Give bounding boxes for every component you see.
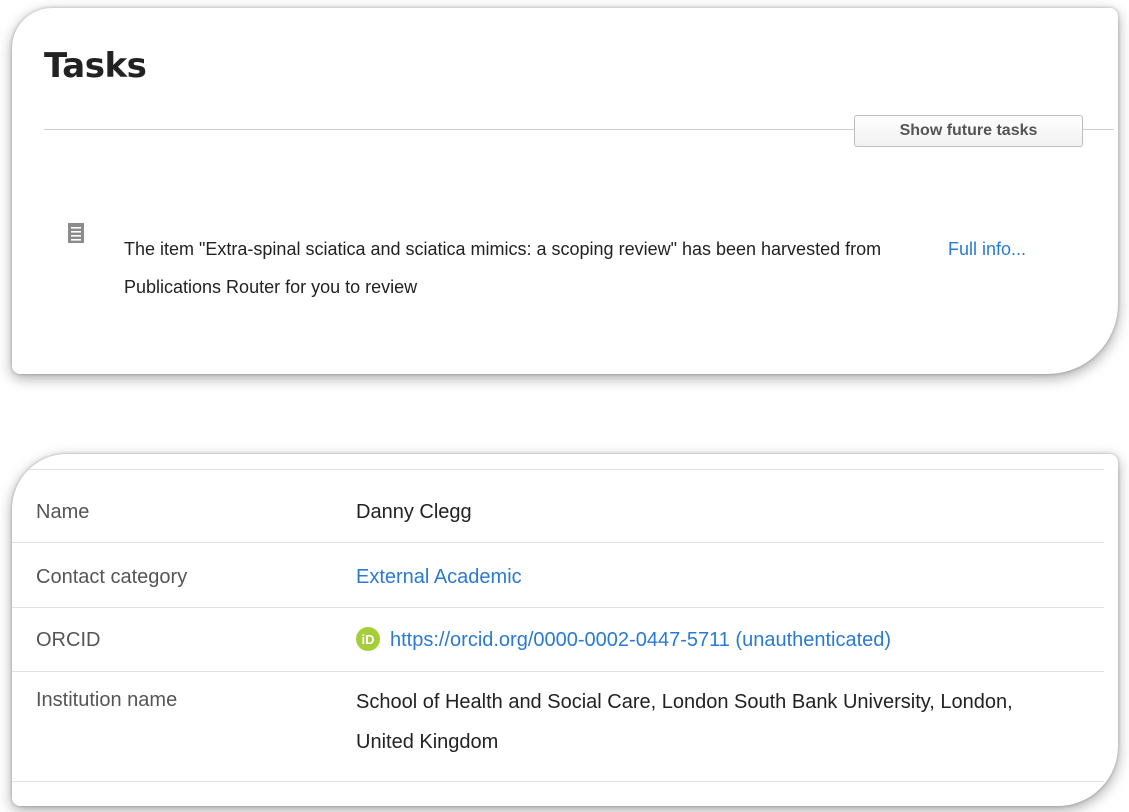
row-divider	[12, 781, 1104, 782]
orcid-label: ORCID	[36, 629, 101, 651]
institution-name-value: School of Health and Social Care, London…	[356, 691, 1013, 753]
orcid-link[interactable]: https://orcid.org/0000-0002-0447-5711 (u…	[390, 629, 891, 652]
row-divider	[12, 671, 1104, 672]
row-divider	[12, 607, 1104, 608]
full-info-link[interactable]: Full info...	[948, 230, 1026, 268]
contact-category-link[interactable]: External Academic	[356, 566, 522, 589]
orcid-icon: iD	[356, 627, 380, 651]
row-divider	[12, 469, 1104, 470]
contact-category-label: Contact category	[36, 566, 188, 588]
name-label: Name	[36, 501, 90, 523]
name-value: Danny Clegg	[356, 501, 472, 523]
tasks-title: Tasks	[44, 46, 147, 86]
document-icon	[68, 223, 84, 243]
row-divider	[12, 542, 1104, 543]
show-future-tasks-button[interactable]: Show future tasks	[854, 115, 1083, 147]
institution-name-label: Institution name	[36, 689, 178, 711]
contact-details-panel: Name Danny Clegg Contact category Extern…	[12, 454, 1118, 806]
tasks-panel: Tasks Show future tasks The item "Extra-…	[12, 8, 1118, 374]
task-description: The item "Extra-spinal sciatica and scia…	[124, 239, 882, 297]
